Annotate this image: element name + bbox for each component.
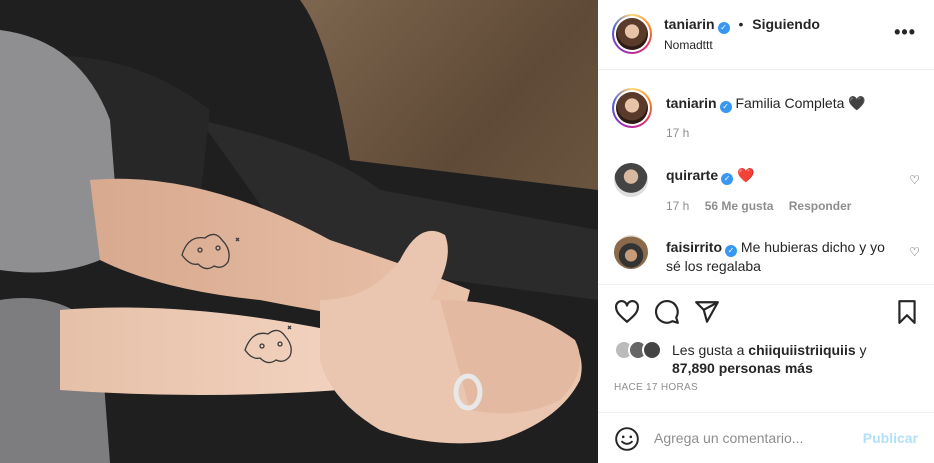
comment-likes[interactable]: 56 Me gusta [705, 199, 774, 213]
post-photo[interactable] [0, 0, 598, 463]
likes-prefix: Les gusta a [672, 342, 745, 358]
caption-text: taniarin ✓ Familia Completa 🖤 [666, 94, 896, 113]
comment-time[interactable]: 17 h [666, 199, 689, 213]
caption-time[interactable]: 17 h [666, 126, 689, 140]
publish-button[interactable]: Publicar [863, 430, 918, 446]
comment-like-heart-icon[interactable]: ♡ [909, 245, 920, 259]
save-bookmark-icon[interactable] [894, 299, 920, 325]
reply-button[interactable]: Responder [789, 199, 852, 213]
likes-connector: y [859, 342, 867, 358]
comment-text: faisirrito ✓ Me hubieras dicho y yo sé lo… [666, 238, 896, 275]
verified-badge-icon: ✓ [719, 101, 732, 113]
commenter-avatar[interactable] [614, 163, 648, 197]
verified-badge-icon: ✓ [725, 245, 738, 257]
comment-like-heart-icon[interactable]: ♡ [909, 173, 920, 187]
following-button[interactable]: Siguiendo [752, 16, 820, 32]
likes-text: Les gusta a chiiquiistriiquiis y 87,890 … [672, 341, 912, 377]
author-line: taniarin ✓ • Siguiendo [664, 16, 820, 34]
commenter-avatar[interactable] [614, 235, 648, 269]
like-heart-icon[interactable] [614, 299, 640, 325]
post-location[interactable]: Nomadttt [664, 38, 713, 52]
comment-username[interactable]: quirarte [666, 167, 718, 183]
verified-badge-icon: ✓ [721, 173, 734, 185]
share-send-icon[interactable] [694, 299, 720, 325]
emoji-smiley-icon[interactable] [614, 426, 640, 452]
likes-count[interactable]: 87,890 personas más [672, 360, 813, 376]
verified-badge-icon: ✓ [717, 22, 730, 34]
liker-avatar[interactable] [642, 340, 662, 360]
comment-text: quirarte ✓ ❤️ [666, 166, 896, 185]
comment-username[interactable]: faisirrito [666, 239, 722, 255]
red-heart-emoji: ❤️ [737, 167, 755, 183]
caption-body: Familia Completa [735, 95, 845, 111]
caption-username[interactable]: taniarin [666, 95, 717, 111]
comment-input[interactable] [654, 427, 854, 449]
post-header: taniarin ✓ • Siguiendo Nomadttt ••• [598, 0, 934, 70]
tattoo-photo-illustration [0, 0, 598, 463]
post-timestamp[interactable]: HACE 17 HORAS [614, 382, 698, 393]
black-heart-emoji: 🖤 [848, 95, 866, 111]
author-avatar[interactable] [612, 14, 652, 54]
header-separator: • [738, 16, 744, 32]
likes-user[interactable]: chiiquiistriiquiis [748, 342, 855, 358]
comment-meta: 17 h 56 Me gusta Responder [666, 199, 863, 213]
more-options-icon[interactable]: ••• [894, 22, 916, 43]
author-username[interactable]: taniarin [664, 16, 715, 32]
comment-bubble-icon[interactable] [654, 299, 680, 325]
caption-avatar[interactable] [612, 88, 652, 128]
add-comment-bar: Publicar [598, 412, 934, 463]
action-bar [598, 284, 934, 338]
post-side-panel: taniarin ✓ • Siguiendo Nomadttt ••• tania… [598, 0, 934, 463]
caption-meta: 17 h [666, 126, 701, 140]
